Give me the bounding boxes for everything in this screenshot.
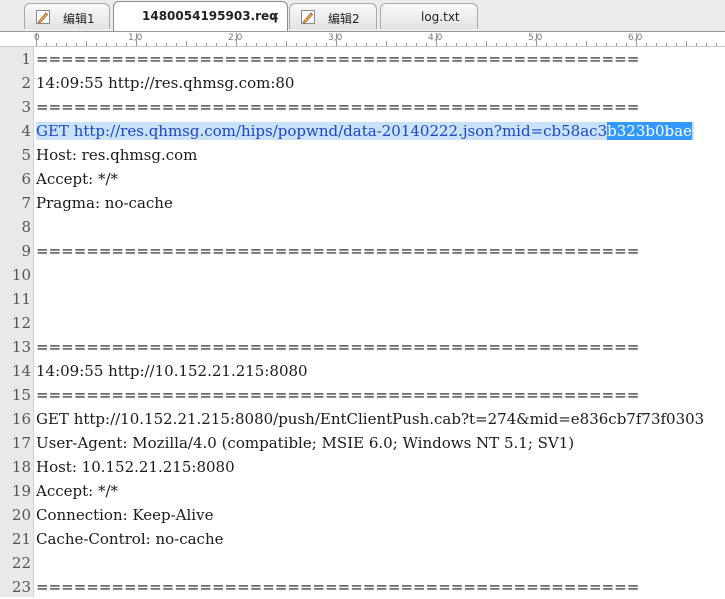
ruler-mark: 3,0 [328,33,343,43]
line-number: 14 [11,362,31,380]
line-text: Accept: */* [36,170,119,188]
ruler: 0 1,0 2,0 3,0 4,0 5,0 6,0 [0,32,725,47]
editor-line-selected[interactable]: 4 GET http://res.qhmsg.com/hips/popwnd/da… [0,119,725,143]
line-number: 11 [11,290,31,308]
edit-doc-icon [300,9,316,25]
line-number: 7 [21,194,31,212]
editor-line[interactable]: 14 14:09:55 http://10.152.21.215:8080 [0,359,725,383]
tab-label: log.txt [421,10,460,24]
tab-label: 编辑1 [63,12,95,26]
line-number: 17 [11,434,31,452]
editor-line[interactable]: 16 GET http://10.152.21.215:8080/push/Ent… [0,407,725,431]
line-number: 18 [11,458,31,476]
line-number: 13 [11,338,31,356]
line-number: 8 [21,218,31,236]
line-number: 9 [21,242,31,260]
line-text: ========================================… [36,50,640,68]
line-text: ========================================… [36,578,640,596]
editor-line[interactable]: 5 Host: res.qhmsg.com [0,143,725,167]
editor-line[interactable]: 1 =======================================… [0,47,725,71]
editor-line[interactable]: 20 Connection: Keep-Alive [0,503,725,527]
tab-edit1[interactable]: 编辑1 [24,3,110,29]
line-text: Accept: */* [36,482,119,500]
editor-line[interactable]: 3 =======================================… [0,95,725,119]
editor-line[interactable]: 8 [0,215,725,239]
tab-1480054195903-req[interactable]: 1480054195903.req × [113,1,288,31]
line-number: 12 [11,314,31,332]
line-number: 19 [11,482,31,500]
editor-line[interactable]: 9 =======================================… [0,239,725,263]
editor-line[interactable]: 7 Pragma: no-cache [0,191,725,215]
editor-line[interactable]: 6 Accept: */* [0,167,725,191]
line-number: 16 [11,410,31,428]
line-number: 5 [21,146,31,164]
line-number: 4 [21,122,31,140]
line-number: 23 [11,578,31,596]
line-text: Connection: Keep-Alive [36,506,214,524]
line-text: Pragma: no-cache [36,194,173,212]
ruler-mark: 0 [34,33,40,43]
ruler-ticks [36,33,717,46]
editor-text-area[interactable]: 1 =======================================… [0,47,725,599]
line-text: GET http://10.152.21.215:8080/push/EntCl… [36,410,705,428]
ruler-mark: 1,0 [128,33,143,43]
line-text: ========================================… [36,98,640,116]
editor-line[interactable]: 23 ======================================… [0,575,725,599]
close-icon[interactable]: × [270,10,280,22]
line-number: 1 [21,50,31,68]
ruler-mark: 2,0 [228,33,243,43]
line-number: 15 [11,386,31,404]
editor-line[interactable]: 12 [0,311,725,335]
editor-line[interactable]: 18 Host: 10.152.21.215:8080 [0,455,725,479]
tab-label: 编辑2 [328,12,360,26]
editor-line[interactable]: 10 [0,263,725,287]
selected-line-text: GET http://res.qhmsg.com/hips/popwnd/dat… [36,122,608,140]
tab-edit2[interactable]: 编辑2 [289,3,377,29]
line-text: ========================================… [36,338,640,356]
tab-bar: 编辑1 1480054195903.req × 编辑2 log.txt [0,0,725,32]
line-text: User-Agent: Mozilla/4.0 (compatible; MSI… [36,434,575,452]
line-number: 22 [11,554,31,572]
line-text: ========================================… [36,386,640,404]
editor-line[interactable]: 21 Cache-Control: no-cache [0,527,725,551]
edit-doc-icon [35,9,51,25]
tab-log-txt[interactable]: log.txt [380,3,478,29]
editor-line[interactable]: 22 [0,551,725,575]
line-text: Cache-Control: no-cache [36,530,224,548]
editor-line[interactable]: 19 Accept: */* [0,479,725,503]
line-number: 21 [11,530,31,548]
line-text: Host: res.qhmsg.com [36,146,198,164]
ruler-mark: 6,0 [628,33,643,43]
line-number: 2 [21,74,31,92]
tab-label: 1480054195903.req [142,9,278,23]
line-text: ========================================… [36,242,640,260]
ruler-mark: 5,0 [528,33,543,43]
editor-line[interactable]: 2 14:09:55 http://res.qhmsg.com:80 [0,71,725,95]
line-number: 20 [11,506,31,524]
line-number: 3 [21,98,31,116]
line-number: 6 [21,170,31,188]
line-text: GET http://res.qhmsg.com/hips/popwnd/dat… [36,122,694,140]
line-text: Host: 10.152.21.215:8080 [36,458,235,476]
editor-line[interactable]: 13 ======================================… [0,335,725,359]
text-selection: b323b0bae [607,122,692,140]
line-text: 14:09:55 http://10.152.21.215:8080 [36,362,308,380]
line-text: 14:09:55 http://res.qhmsg.com:80 [36,74,295,92]
editor-line[interactable]: 17 User-Agent: Mozilla/4.0 (compatible; M… [0,431,725,455]
editor-line[interactable]: 11 [0,287,725,311]
ruler-mark: 4,0 [428,33,443,43]
line-number: 10 [11,266,31,284]
editor-line[interactable]: 15 ======================================… [0,383,725,407]
